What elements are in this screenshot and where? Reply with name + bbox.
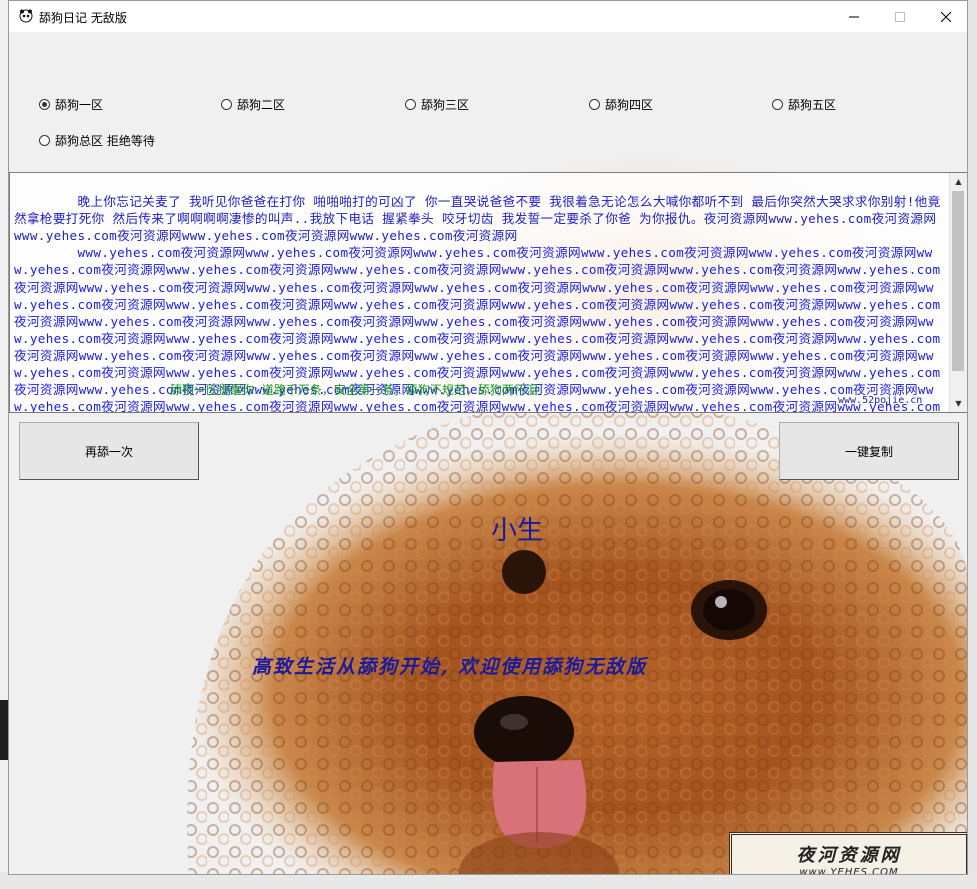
radio-indicator[interactable]: [772, 99, 783, 110]
site-logo-stamp: 夜河资源网 www.YEHES.COM: [729, 832, 967, 875]
nickname-text: 小生: [491, 516, 544, 546]
radio-label: 舔狗二区: [237, 98, 286, 112]
radio-indicator[interactable]: [405, 99, 416, 110]
radio-indicator[interactable]: [221, 99, 232, 110]
radio-label: 舔狗五区: [788, 98, 837, 112]
diary-text: 晚上你忘记关麦了 我听见你爸爸在打你 啪啪啪打的可凶了 你一直哭说爸爸不要 我很…: [14, 176, 944, 412]
close-button[interactable]: [923, 1, 967, 32]
radio-label: 舔狗三区: [421, 98, 470, 112]
site-watermark-text: www.52pojie.cn: [838, 395, 923, 406]
radio-zone-4[interactable]: 舔狗四区: [589, 96, 653, 113]
radio-zone-2[interactable]: 舔狗二区: [221, 96, 285, 113]
desktop-background-right: [967, 0, 977, 889]
panda-app-icon: [19, 9, 33, 23]
radio-label: 舔狗四区: [605, 98, 654, 112]
minimize-button[interactable]: [831, 1, 877, 32]
stamp-url: www.YEHES.COM: [799, 867, 899, 875]
radio-indicator[interactable]: [39, 99, 50, 110]
maximize-icon: [895, 11, 905, 22]
scroll-down-arrow-icon[interactable]: ▼: [950, 395, 967, 412]
copy-all-button[interactable]: 一键复制: [779, 422, 959, 480]
textarea-scrollbar[interactable]: ▲ ▼: [949, 173, 967, 412]
radio-zone-1[interactable]: 舔狗一区: [39, 96, 103, 113]
radio-label: 舔狗一区: [55, 98, 104, 112]
maximize-button[interactable]: [877, 1, 923, 32]
close-icon: [941, 11, 951, 22]
window-title: 舔狗日记 无敌版: [39, 11, 127, 25]
stamp-title: 夜河资源网: [796, 845, 902, 866]
radio-zone-5[interactable]: 舔狗五区: [772, 96, 836, 113]
scroll-thumb[interactable]: [952, 191, 964, 371]
radio-indicator[interactable]: [39, 135, 50, 146]
app-window: 舔狗日记 无敌版 舔狗一区 舔狗二区 舔狗三区 舔狗四区 舔狗五区 舔狗总区 拒…: [8, 0, 968, 875]
minimize-icon: [849, 16, 859, 17]
radio-zone-3[interactable]: 舔狗三区: [405, 96, 469, 113]
radio-zone-all[interactable]: 舔狗总区 拒绝等待: [39, 132, 155, 149]
radio-indicator[interactable]: [589, 99, 600, 110]
radio-label: 舔狗总区 拒绝等待: [55, 134, 155, 148]
client-area: 舔狗一区 舔狗二区 舔狗三区 舔狗四区 舔狗五区 舔狗总区 拒绝等待 晚上你忘记…: [9, 32, 967, 875]
title-bar[interactable]: 舔狗日记 无敌版: [9, 1, 967, 32]
lick-again-button[interactable]: 再舔一次: [19, 422, 199, 480]
slogan-text: 高致生活从舔狗开始, 欢迎使用舔狗无敌版: [252, 656, 648, 678]
diary-textarea[interactable]: 晚上你忘记关麦了 我听见你爸爸在打你 啪啪啪打的可凶了 你一直哭说爸爸不要 我很…: [9, 172, 967, 413]
diary-first-entry: 晚上你忘记关麦了 我听见你爸爸在打你 啪啪啪打的可凶了 你一直哭说爸爸不要 我很…: [14, 194, 941, 244]
scroll-up-arrow-icon[interactable]: ▲: [950, 173, 967, 190]
overlay-reminder-text: 舔狗一区提醒你: 道路千万条，安全第一条，舔狗不规范，舔狗两行泪: [170, 383, 538, 397]
